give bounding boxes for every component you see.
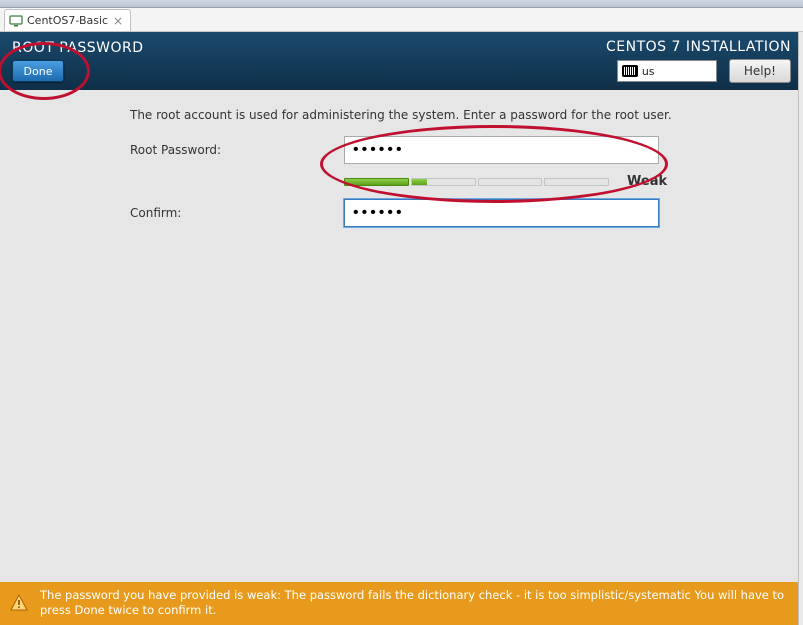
password-row: Root Password: [130,136,773,164]
vm-tabstrip: CentOS7-Basic × [0,8,803,32]
keyboard-layout-label: us [642,65,655,78]
header-right: CENTOS 7 INSTALLATION us Help! [606,39,791,83]
warning-icon [10,594,28,612]
install-title: CENTOS 7 INSTALLATION [606,39,791,55]
page-title: ROOT PASSWORD [12,40,144,56]
keyboard-icon [622,65,638,77]
warning-text: The password you have provided is weak: … [40,588,788,619]
strength-seg [344,178,409,186]
close-icon[interactable]: × [112,15,124,27]
strength-row: Weak [130,174,773,189]
strength-bar [344,178,609,186]
strength-seg [478,178,543,186]
confirm-label: Confirm: [130,206,344,220]
header-bottom-row: us Help! [617,59,791,83]
right-edge-scroll [798,32,803,625]
window-titlebar [0,0,803,8]
root-password-input[interactable] [344,136,659,164]
monitor-icon [9,14,23,28]
help-button[interactable]: Help! [729,59,791,83]
confirm-password-input[interactable] [344,199,659,227]
header-left: ROOT PASSWORD Done [12,40,144,82]
installer-window: CentOS7-Basic × ROOT PASSWORD Done CENTO… [0,0,803,625]
keyboard-layout-selector[interactable]: us [617,60,717,82]
content-area: The root account is used for administeri… [0,90,803,227]
vm-tab[interactable]: CentOS7-Basic × [4,9,131,31]
strength-seg [544,178,609,186]
description-text: The root account is used for administeri… [130,108,773,122]
vm-tab-label: CentOS7-Basic [27,14,108,27]
password-label: Root Password: [130,143,344,157]
page-header: ROOT PASSWORD Done CENTOS 7 INSTALLATION… [0,32,803,90]
strength-label: Weak [627,174,667,189]
strength-meter: Weak [344,174,667,189]
warning-bar: The password you have provided is weak: … [0,582,798,625]
strength-seg [411,178,476,186]
confirm-row: Confirm: [130,199,773,227]
done-button[interactable]: Done [12,60,64,82]
